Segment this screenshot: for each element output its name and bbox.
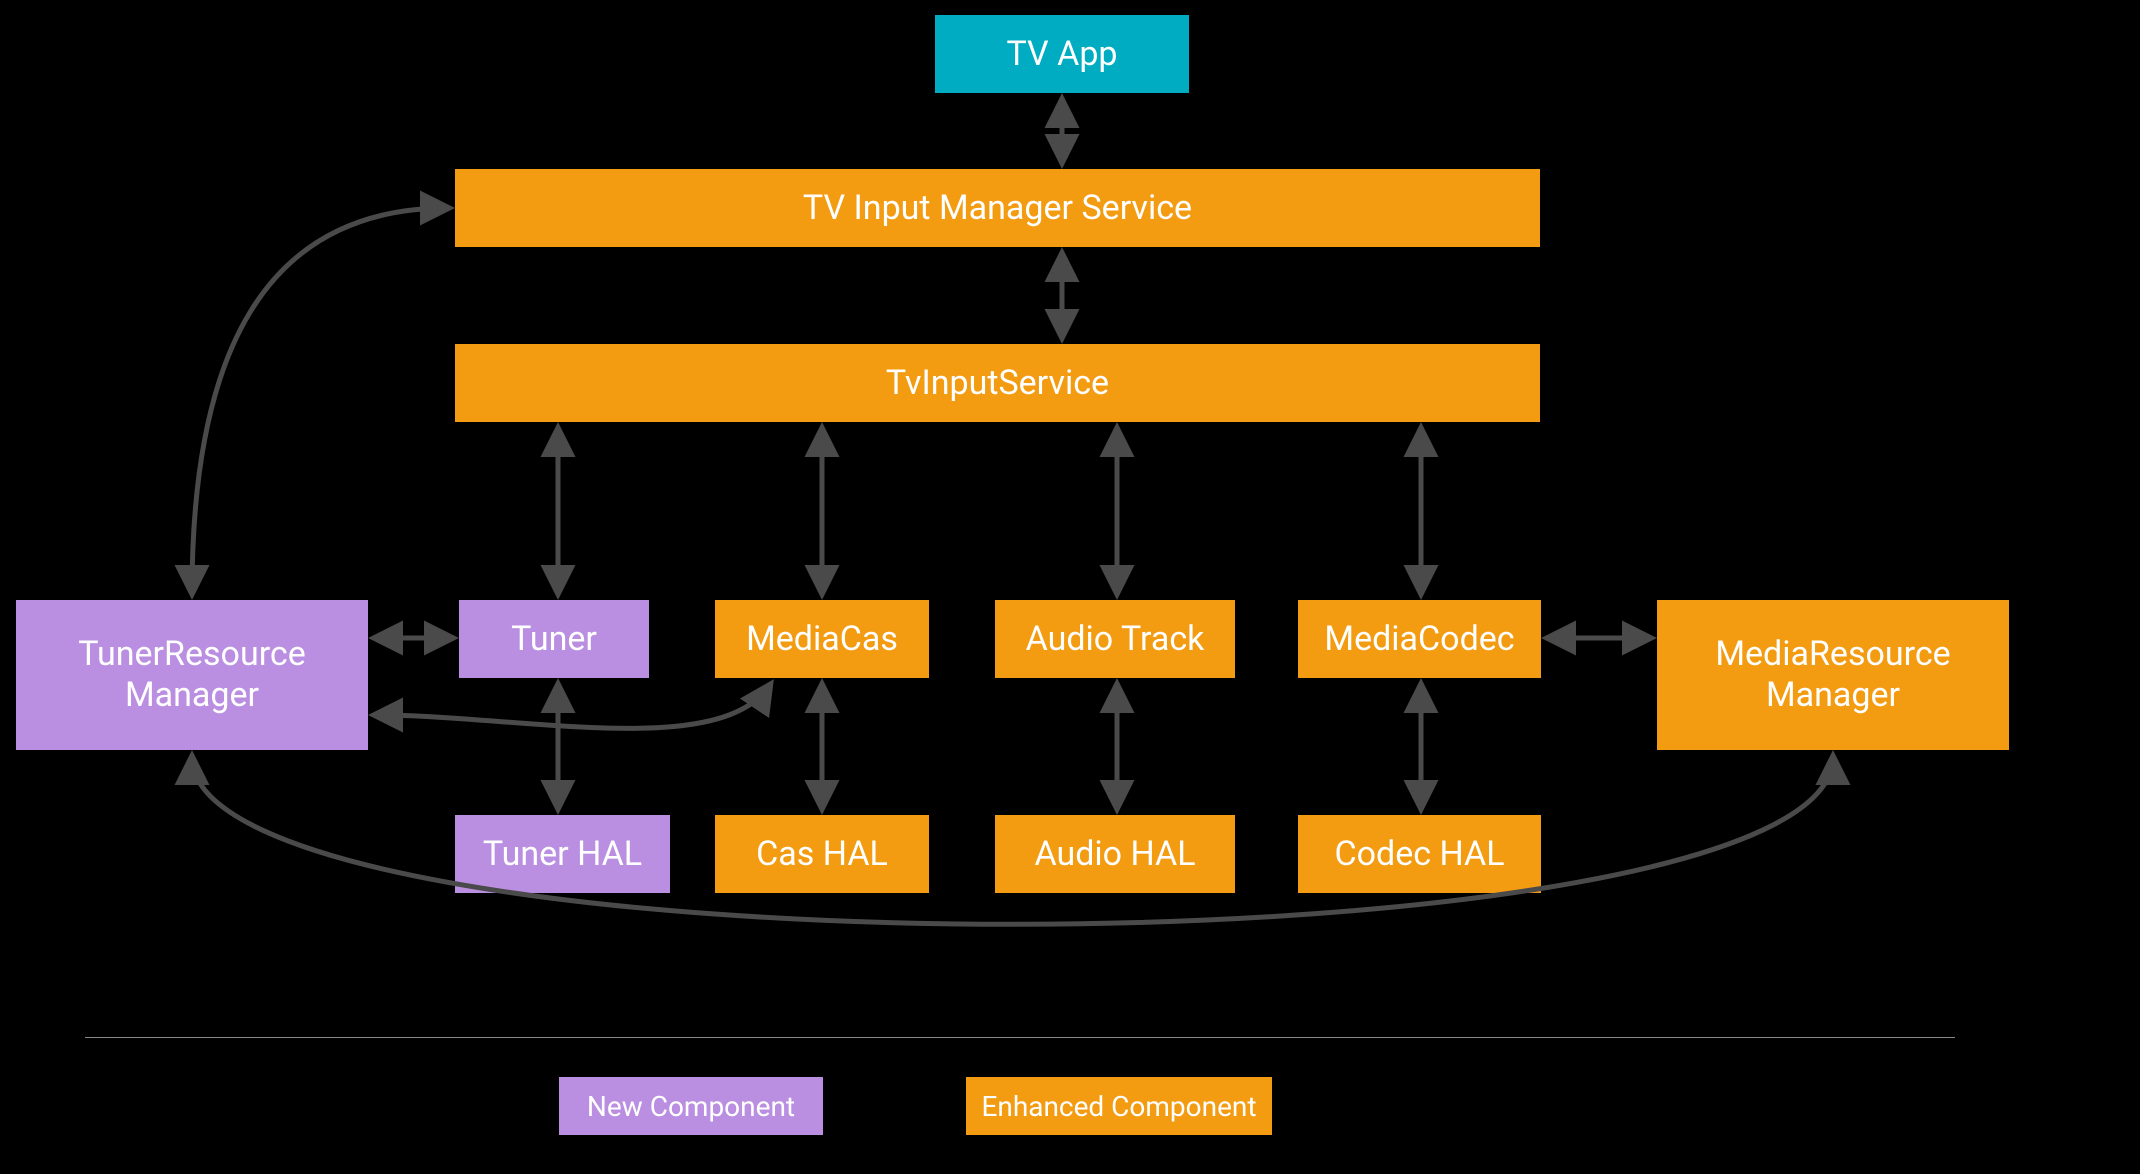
node-tv-input-manager-service: TV Input Manager Service (455, 169, 1540, 247)
node-cas-hal: Cas HAL (715, 815, 929, 893)
node-codec-hal: Codec HAL (1298, 815, 1541, 893)
node-tuner-resource-manager: TunerResource Manager (16, 600, 368, 750)
node-audio-track: Audio Track (995, 600, 1235, 678)
legend-enhanced-component: Enhanced Component (966, 1077, 1272, 1135)
node-tuner-hal: Tuner HAL (455, 815, 670, 893)
node-media-resource-manager-line2: Manager (1766, 675, 1900, 716)
node-media-resource-manager: MediaResource Manager (1657, 600, 2009, 750)
node-media-resource-manager-line1: MediaResource (1715, 634, 1950, 675)
legend-new-component: New Component (559, 1077, 823, 1135)
node-tuner: Tuner (459, 600, 649, 678)
node-media-cas: MediaCas (715, 600, 929, 678)
node-tuner-resource-manager-line2: Manager (125, 675, 259, 716)
node-audio-hal: Audio HAL (995, 815, 1235, 893)
node-tv-input-service: TvInputService (455, 344, 1540, 422)
legend-separator (85, 1037, 1955, 1038)
node-tuner-resource-manager-line1: TunerResource (78, 634, 305, 675)
node-tv-app: TV App (935, 15, 1189, 93)
node-media-codec: MediaCodec (1298, 600, 1541, 678)
